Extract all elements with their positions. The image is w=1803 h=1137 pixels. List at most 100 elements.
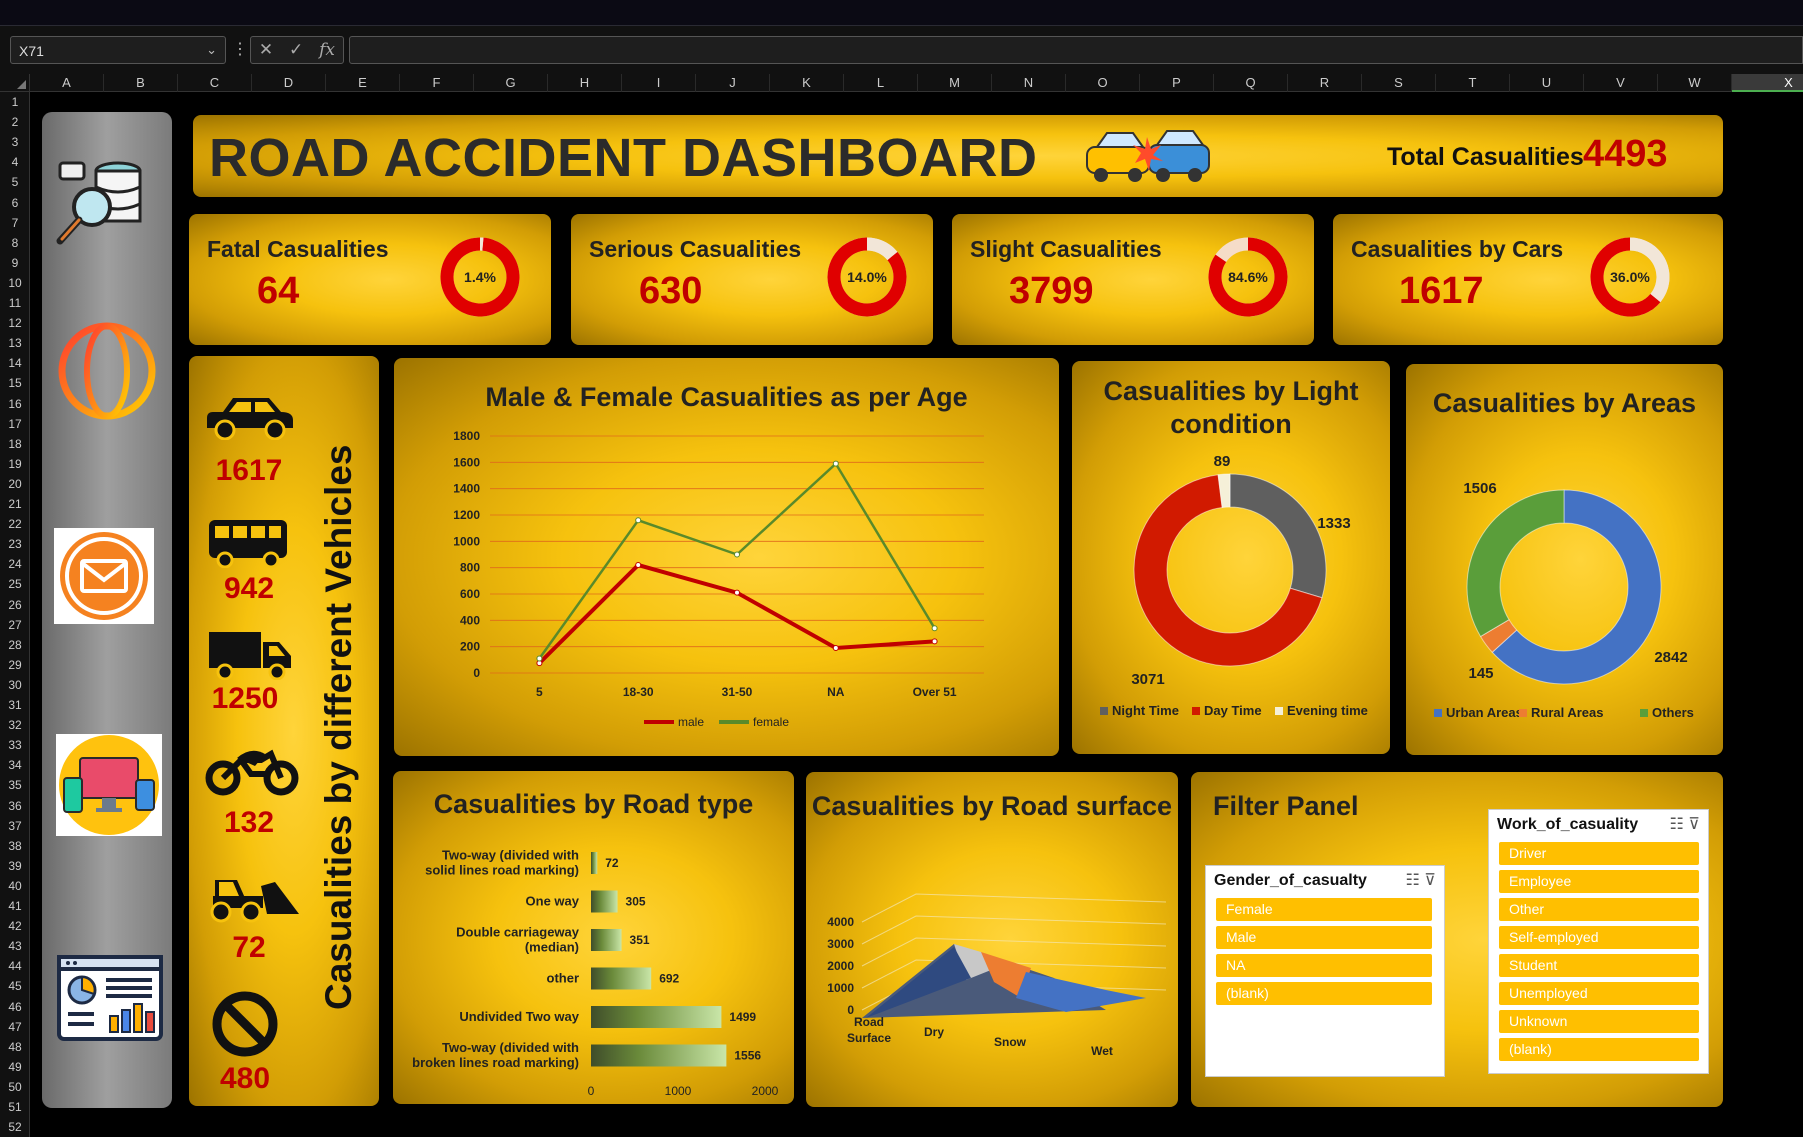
mail-icon[interactable] — [54, 528, 154, 624]
row-header[interactable]: 7 — [0, 213, 30, 233]
column-header[interactable]: J — [696, 74, 770, 92]
work-slicer[interactable]: Work_of_casuality ☷ ⊽ Driver Employee Ot… — [1488, 809, 1709, 1074]
column-header[interactable]: Q — [1214, 74, 1288, 92]
slicer-item-female[interactable]: Female — [1216, 898, 1432, 921]
row-header[interactable]: 48 — [0, 1037, 30, 1057]
row-header[interactable]: 13 — [0, 333, 30, 353]
slicer-item-male[interactable]: Male — [1216, 926, 1432, 949]
slicer-item-self-employed[interactable]: Self-employed — [1499, 926, 1699, 949]
cancel-icon[interactable]: ✕ — [259, 40, 273, 60]
column-header[interactable]: X — [1732, 74, 1803, 92]
column-header[interactable]: M — [918, 74, 992, 92]
row-header[interactable]: 18 — [0, 434, 30, 454]
row-header[interactable]: 10 — [0, 273, 30, 293]
slicer-item-student[interactable]: Student — [1499, 954, 1699, 977]
row-header[interactable]: 52 — [0, 1117, 30, 1137]
chevron-down-icon[interactable]: ⌄ — [206, 42, 217, 58]
row-header[interactable]: 3 — [0, 132, 30, 152]
row-header[interactable]: 5 — [0, 172, 30, 192]
column-header[interactable]: B — [104, 74, 178, 92]
row-header[interactable]: 4 — [0, 152, 30, 172]
column-header[interactable]: G — [474, 74, 548, 92]
row-header[interactable]: 51 — [0, 1097, 30, 1117]
column-header[interactable]: O — [1066, 74, 1140, 92]
column-header[interactable]: D — [252, 74, 326, 92]
row-header[interactable]: 40 — [0, 876, 30, 896]
column-header[interactable]: U — [1510, 74, 1584, 92]
row-header[interactable]: 16 — [0, 394, 30, 414]
row-header[interactable]: 22 — [0, 514, 30, 534]
column-header[interactable]: W — [1658, 74, 1732, 92]
column-header[interactable]: F — [400, 74, 474, 92]
row-header[interactable]: 24 — [0, 554, 30, 574]
row-header[interactable]: 15 — [0, 373, 30, 393]
row-header[interactable]: 11 — [0, 293, 30, 313]
globe-icon[interactable] — [56, 320, 158, 422]
slicer-item-unknown[interactable]: Unknown — [1499, 1010, 1699, 1033]
row-header[interactable]: 27 — [0, 615, 30, 635]
slicer-item-employee[interactable]: Employee — [1499, 870, 1699, 893]
row-header[interactable]: 41 — [0, 896, 30, 916]
row-header[interactable]: 37 — [0, 816, 30, 836]
row-header[interactable]: 21 — [0, 494, 30, 514]
row-header[interactable]: 49 — [0, 1057, 30, 1077]
row-header[interactable]: 1 — [0, 92, 30, 112]
row-header[interactable]: 42 — [0, 916, 30, 936]
column-header[interactable]: K — [770, 74, 844, 92]
row-header[interactable]: 28 — [0, 635, 30, 655]
column-header[interactable]: C — [178, 74, 252, 92]
row-header[interactable]: 30 — [0, 675, 30, 695]
row-header[interactable]: 17 — [0, 414, 30, 434]
column-header[interactable]: I — [622, 74, 696, 92]
row-header[interactable]: 35 — [0, 775, 30, 795]
row-header[interactable]: 36 — [0, 796, 30, 816]
row-header[interactable]: 44 — [0, 956, 30, 976]
row-header[interactable]: 46 — [0, 997, 30, 1017]
column-header[interactable]: T — [1436, 74, 1510, 92]
fx-icon[interactable]: fx — [319, 40, 335, 60]
row-header[interactable]: 25 — [0, 574, 30, 594]
row-header[interactable]: 9 — [0, 253, 30, 273]
slicer-item-na[interactable]: NA — [1216, 954, 1432, 977]
column-header[interactable]: S — [1362, 74, 1436, 92]
slicer-item-driver[interactable]: Driver — [1499, 842, 1699, 865]
clear-filter-icon[interactable]: ⊽ — [1688, 816, 1700, 833]
row-header[interactable]: 20 — [0, 474, 30, 494]
devices-icon[interactable] — [56, 734, 162, 836]
row-header[interactable]: 50 — [0, 1077, 30, 1097]
column-header[interactable]: E — [326, 74, 400, 92]
row-header[interactable]: 47 — [0, 1017, 30, 1037]
select-all-corner[interactable] — [0, 74, 30, 92]
column-header[interactable]: N — [992, 74, 1066, 92]
row-header[interactable]: 39 — [0, 856, 30, 876]
database-search-icon[interactable] — [52, 157, 152, 247]
row-header[interactable]: 2 — [0, 112, 30, 132]
row-header[interactable]: 19 — [0, 454, 30, 474]
more-options-icon[interactable]: ⋮ — [232, 39, 248, 59]
row-header[interactable]: 12 — [0, 313, 30, 333]
row-header[interactable]: 33 — [0, 735, 30, 755]
multi-select-icon[interactable]: ☷ — [1669, 816, 1683, 833]
column-header[interactable]: A — [30, 74, 104, 92]
formula-input[interactable] — [349, 36, 1803, 64]
gender-slicer[interactable]: Gender_of_casualty ☷ ⊽ Female Male NA (b… — [1205, 865, 1445, 1077]
slicer-item-other[interactable]: Other — [1499, 898, 1699, 921]
slicer-item-blank[interactable]: (blank) — [1499, 1038, 1699, 1061]
multi-select-icon[interactable]: ☷ — [1405, 872, 1419, 889]
slicer-item-unemployed[interactable]: Unemployed — [1499, 982, 1699, 1005]
clear-filter-icon[interactable]: ⊽ — [1424, 872, 1436, 889]
row-header[interactable]: 38 — [0, 836, 30, 856]
name-box[interactable]: X71 ⌄ — [10, 36, 226, 64]
column-header[interactable]: R — [1288, 74, 1362, 92]
row-header[interactable]: 32 — [0, 715, 30, 735]
row-header[interactable]: 14 — [0, 353, 30, 373]
row-header[interactable]: 6 — [0, 193, 30, 213]
column-header[interactable]: L — [844, 74, 918, 92]
row-header[interactable]: 8 — [0, 233, 30, 253]
column-header[interactable]: P — [1140, 74, 1214, 92]
row-header[interactable]: 29 — [0, 655, 30, 675]
column-header[interactable]: V — [1584, 74, 1658, 92]
dashboard-report-icon[interactable] — [56, 954, 164, 1042]
row-header[interactable]: 26 — [0, 595, 30, 615]
row-header[interactable]: 23 — [0, 534, 30, 554]
